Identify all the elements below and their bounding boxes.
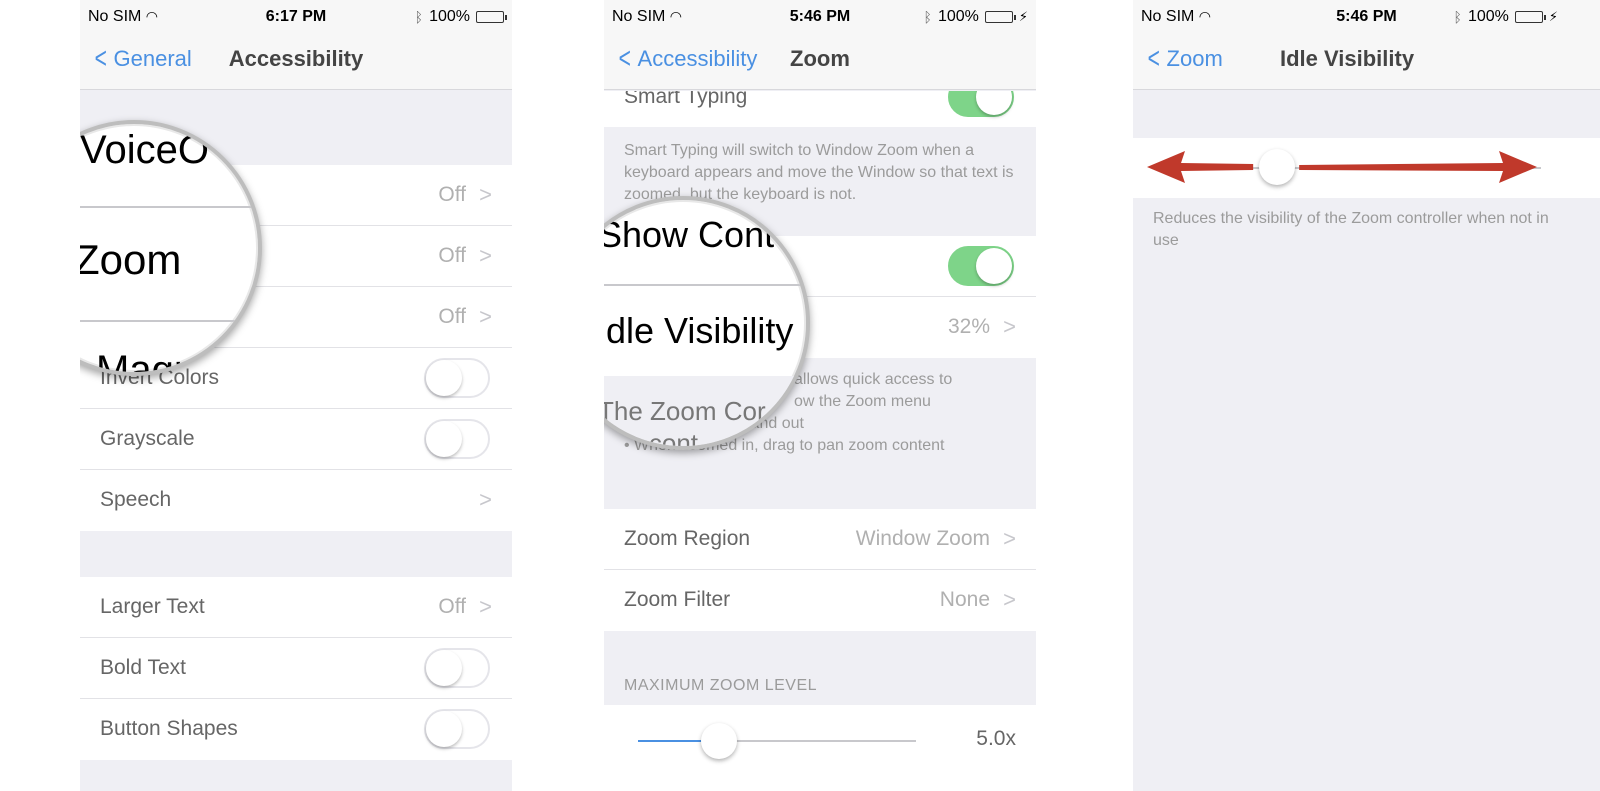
nav-bar: < General Accessibility: [80, 32, 512, 90]
status-bar: No SIM ◠ 5:46 PM ᛒ 100% ⚡: [1133, 0, 1600, 32]
list-item-bold-text: Bold Text: [80, 638, 512, 699]
idle-visibility-value: 32%: [947, 315, 990, 338]
chevron-right-icon: >: [1003, 526, 1016, 551]
charging-icon: ⚡: [1548, 9, 1558, 24]
drag-arrows-icon: [1147, 151, 1537, 183]
max-zoom-header: MAXIMUM ZOOM LEVEL: [624, 677, 818, 694]
chevron-right-icon: >: [479, 243, 492, 268]
magnifier-idle-visibility: Show Cont Idle Visibility The Zoom Cor m…: [604, 196, 810, 450]
battery-icon: [476, 11, 507, 23]
bluetooth-icon: ᛒ: [923, 9, 932, 25]
magnified-text-top: Show Cont: [604, 214, 775, 255]
magnified-text-top: VoiceO: [80, 128, 209, 172]
back-button[interactable]: < Zoom: [1145, 42, 1223, 75]
chevron-right-icon: >: [479, 487, 492, 512]
status-bar: No SIM ◠ 6:17 PM ᛒ 100%: [80, 0, 512, 32]
battery-icon: [984, 11, 1016, 23]
idle-visibility-slider-group: [1133, 138, 1600, 198]
chevron-right-icon: >: [479, 304, 492, 329]
zoom-screen: No SIM ◠ 5:46 PM ᛒ 100% ⚡ < Accessibilit…: [604, 0, 1036, 791]
idle-visibility-screen: No SIM ◠ 5:46 PM ᛒ 100% ⚡ < Zoom Idle Vi…: [1133, 0, 1600, 791]
list-item-larger-text[interactable]: Larger Text Off >: [80, 577, 512, 638]
magnified-text-idle-visibility: Idle Visibility: [604, 310, 794, 351]
max-zoom-slider-thumb[interactable]: [700, 723, 737, 759]
magnified-text-bottom: The Zoom Cor: [604, 396, 766, 426]
status-bar: No SIM ◠ 5:46 PM ᛒ 100% ⚡: [604, 0, 1036, 32]
bluetooth-icon: ᛒ: [1453, 9, 1462, 25]
max-zoom-group: 5.0x: [604, 705, 1036, 791]
chevron-right-icon: >: [479, 182, 492, 207]
list-item-zoom-region[interactable]: Zoom Region Window Zoom >: [604, 509, 1036, 570]
back-button[interactable]: < Accessibility: [616, 42, 758, 75]
max-zoom-value: 5.0x: [976, 727, 1016, 750]
invert-colors-toggle[interactable]: [424, 358, 490, 398]
battery-percent: 100%: [429, 8, 470, 25]
zoom-filter-value: None: [939, 588, 990, 611]
nav-bar: < Accessibility Zoom: [604, 32, 1036, 90]
chevron-left-icon: <: [1147, 42, 1160, 75]
smart-typing-toggle[interactable]: [948, 91, 1014, 117]
list-item-grayscale: Grayscale: [80, 409, 512, 470]
back-label: Zoom: [1166, 46, 1223, 71]
charging-icon: ⚡: [1018, 9, 1028, 24]
list-item-button-shapes: Button Shapes: [80, 699, 512, 760]
cell-value: Off: [438, 305, 466, 328]
list-item-speech[interactable]: Speech >: [80, 470, 512, 531]
magnified-text-bottom: Magni: [96, 348, 205, 376]
list-item-smart-typing: Smart Typing: [604, 91, 1036, 127]
button-shapes-toggle[interactable]: [424, 709, 490, 749]
battery-percent: 100%: [937, 8, 979, 25]
show-controller-toggle[interactable]: [948, 246, 1014, 286]
right-arrow-icon: [1299, 151, 1537, 183]
zoom-region-value: Window Zoom: [855, 527, 990, 550]
accessibility-screen: No SIM ◠ 6:17 PM ᛒ 100% < General Access…: [80, 0, 512, 791]
chevron-right-icon: >: [479, 594, 492, 619]
page-title: Idle Visibility: [1280, 46, 1415, 71]
magnified-text-zoom: Zoom: [80, 236, 182, 283]
chevron-right-icon: >: [1003, 587, 1016, 612]
text-group: Larger Text Off > Bold Text Button Shape…: [80, 577, 512, 760]
chevron-left-icon: <: [618, 42, 631, 75]
cell-value: Off: [438, 244, 466, 267]
smart-typing-group: Smart Typing: [604, 91, 1036, 127]
battery-icon: [1514, 11, 1546, 23]
idle-visibility-slider-thumb[interactable]: [1259, 149, 1296, 185]
page-title: Zoom: [790, 46, 850, 71]
battery-percent: 100%: [1467, 8, 1509, 25]
back-label: Accessibility: [637, 46, 758, 71]
cell-value: Off: [438, 595, 466, 618]
left-arrow-icon: [1147, 151, 1254, 183]
nav-bar: < Zoom Idle Visibility: [1133, 32, 1600, 90]
chevron-right-icon: >: [1003, 314, 1016, 339]
zoom-options-group: Zoom Region Window Zoom > Zoom Filter No…: [604, 509, 1036, 631]
list-item-zoom-filter[interactable]: Zoom Filter None >: [604, 570, 1036, 631]
cell-value: Off: [438, 183, 466, 206]
bluetooth-icon: ᛒ: [414, 9, 424, 25]
grayscale-toggle[interactable]: [424, 419, 490, 459]
bold-text-toggle[interactable]: [424, 648, 490, 688]
idle-visibility-footer: Reduces the visibility of the Zoom contr…: [1153, 210, 1549, 249]
page-title: Accessibility: [228, 46, 364, 71]
